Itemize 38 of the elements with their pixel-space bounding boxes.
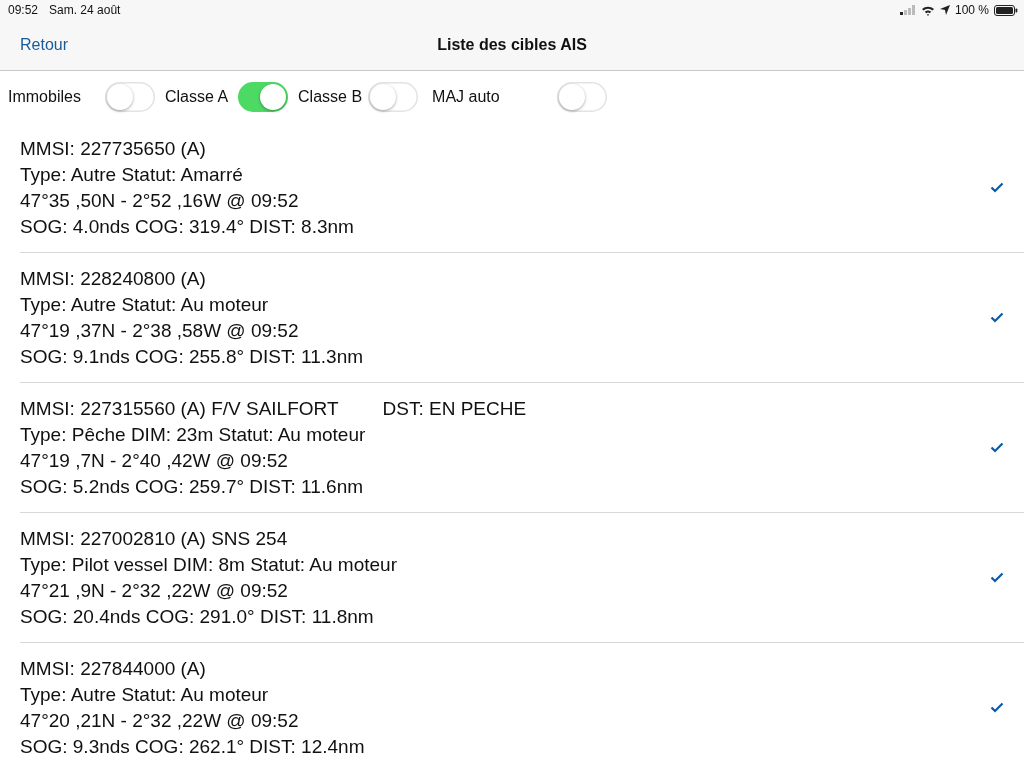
toggle-switch[interactable] — [368, 82, 419, 112]
signal-icon — [899, 5, 916, 15]
toggle-switch[interactable] — [238, 82, 289, 112]
target-info-line: 47°35 ,50N - 2°52 ,16W @ 09:52 — [20, 189, 299, 211]
back-link[interactable]: Retour — [20, 36, 69, 54]
wifi-icon — [920, 4, 935, 16]
target-info-line: MMSI: 227735650 (A) — [20, 137, 206, 159]
target-info-line: 47°21 ,9N - 2°32 ,22W @ 09:52 — [20, 579, 288, 601]
target-info-line: SOG: 9.3nds COG: 262.1° DIST: 12.4nm — [20, 735, 365, 757]
battery-percent: 100 % — [954, 3, 989, 17]
target-info-line: 47°19 ,7N - 2°40 ,42W @ 09:52 — [20, 449, 288, 471]
target-info-line: Type: Pêche DIM: 23m Statut: Au moteur — [20, 423, 366, 445]
target-info-line: SOG: 4.0nds COG: 319.4° DIST: 8.3nm — [20, 215, 354, 237]
target-info-line: Type: Autre Statut: Amarré — [20, 163, 243, 185]
target-info-line: 47°20 ,21N - 2°32 ,22W @ 09:52 — [20, 709, 299, 731]
toggle-switch[interactable] — [556, 82, 607, 112]
filter-label: MAJ auto — [432, 88, 500, 106]
target-info-line: SOG: 9.1nds COG: 255.8° DIST: 11.3nm — [20, 345, 364, 367]
page-title: Liste des cibles AIS — [437, 36, 587, 54]
target-info-line: Type: Pilot vessel DIM: 8m Statut: Au moteur — [20, 553, 397, 575]
target-info-line: Type: Autre Statut: Au moteur — [20, 293, 269, 315]
target-info-line: 47°19 ,37N - 2°38 ,58W @ 09:52 — [20, 319, 299, 341]
filter-label: Classe A — [164, 88, 229, 106]
target-info-line: MMSI: 227844000 (A) — [20, 657, 206, 679]
filter-label: Immobiles — [8, 88, 81, 106]
target-info-line: Type: Autre Statut: Au moteur — [20, 683, 269, 705]
toggle-switch[interactable] — [104, 82, 155, 112]
target-info-line: MMSI: 227315560 (A) F/V SAILFORT — [20, 397, 339, 419]
location-arrow-icon — [939, 5, 950, 15]
status-date: Sam. 24 août — [49, 3, 121, 17]
filter-label: Classe B — [298, 88, 363, 106]
target-info-line: SOG: 20.4nds COG: 291.0° DIST: 11.8nm — [20, 605, 374, 627]
target-info-line: MMSI: 227002810 (A) SNS 254 — [20, 527, 288, 549]
battery-icon — [994, 4, 1018, 16]
target-info-line: MMSI: 228240800 (A) — [20, 267, 206, 289]
target-info-line: SOG: 5.2nds COG: 259.7° DIST: 11.6nm — [20, 475, 364, 497]
status-time: 09:52 — [8, 3, 39, 17]
destination-text: DST: EN PECHE — [382, 397, 527, 419]
